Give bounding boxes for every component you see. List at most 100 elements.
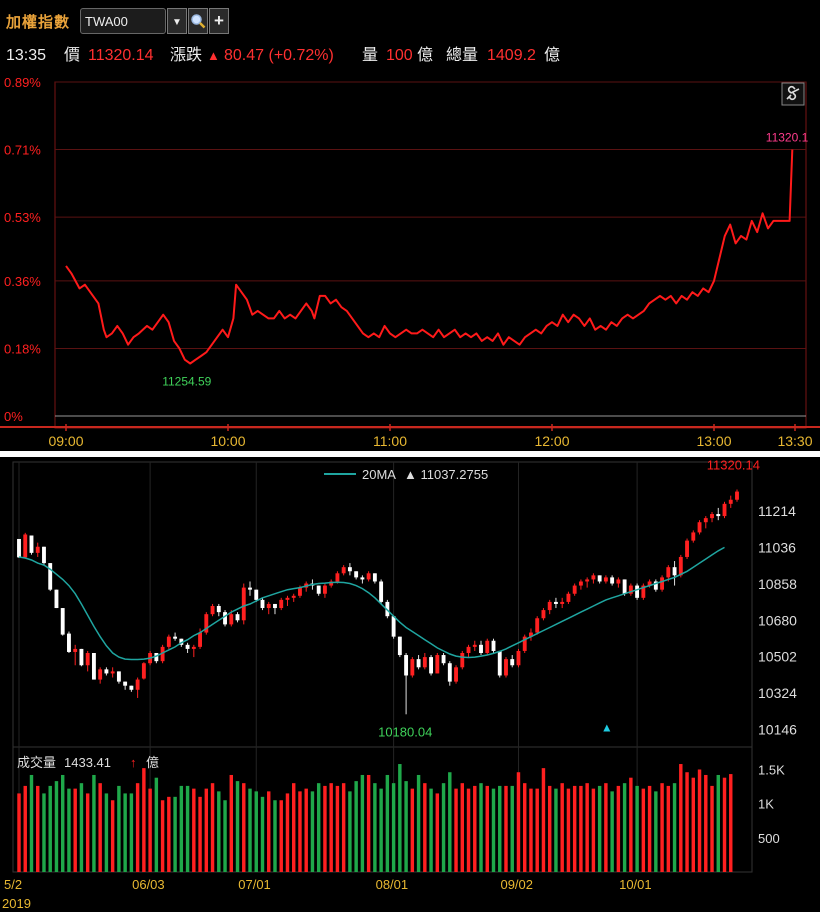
volume-bar: [516, 772, 521, 872]
candle-body: [235, 614, 240, 621]
link-icon[interactable]: [781, 82, 805, 106]
price-tick-label: 10502: [758, 649, 797, 665]
candle-body: [697, 522, 702, 533]
candle-body: [585, 579, 590, 582]
candle-body: [110, 671, 115, 674]
candle-body: [54, 589, 59, 609]
ma-legend-label: 20MA: [362, 467, 396, 482]
volume-bar: [298, 791, 302, 872]
volume-bar: [217, 791, 221, 872]
candle-body: [678, 556, 683, 576]
volume-bar: [360, 774, 365, 872]
intraday-chart: 0.89% 0.71% 0.53% 0.36% 0.18% 0% 09:00 10:00 11:…: [0, 75, 820, 449]
volume-bar: [560, 783, 564, 872]
candle-body: [554, 601, 558, 604]
volume-bar: [697, 769, 702, 872]
x-tick-label: 12:00: [534, 433, 569, 449]
volume-bar: [129, 793, 134, 872]
candle-body: [141, 663, 146, 679]
volume-bar: [547, 785, 552, 872]
volume-bar: [566, 788, 571, 872]
volume-bar: [335, 785, 340, 872]
candle-body: [341, 567, 346, 574]
candle-body: [404, 655, 409, 676]
volume-bar: [585, 783, 589, 872]
volume-bar: [423, 783, 427, 872]
volume-bar: [572, 785, 577, 872]
volume-bar: [466, 788, 471, 872]
y-tick-label: 0.18%: [4, 341, 41, 356]
volume-bar: [610, 791, 614, 872]
x-tick-label: 09:00: [48, 433, 83, 449]
volume-bar: [529, 788, 533, 872]
date-tick-label: 07/01: [238, 877, 271, 892]
volume-bar: [491, 788, 496, 872]
volume-bar: [210, 783, 215, 872]
volume-bar: [267, 791, 271, 872]
volume-bar: [17, 793, 21, 872]
candle-body: [597, 575, 602, 582]
candle-body: [666, 567, 671, 578]
candle-body: [516, 650, 521, 666]
price-tick-label: 10146: [758, 721, 797, 737]
candle-body: [479, 644, 483, 653]
year-label: 2019: [2, 896, 31, 911]
volume-bar: [398, 764, 402, 872]
candle-body: [454, 667, 458, 682]
candle-body: [17, 538, 21, 558]
volume-bar: [154, 777, 159, 872]
candle-body: [410, 659, 415, 676]
volume-bar: [104, 793, 109, 872]
volume-bar: [672, 783, 677, 872]
price-line: [65, 149, 794, 365]
candle-body: [29, 535, 34, 553]
volume-bar: [92, 774, 96, 872]
high-price-label: 11320.1: [766, 131, 809, 145]
candle-body: [73, 648, 78, 652]
candle-body: [198, 632, 202, 647]
candle-body: [491, 640, 496, 651]
volume-bar: [679, 764, 683, 872]
candle-body: [23, 534, 28, 558]
candle-body: [372, 573, 377, 582]
candle-body: [735, 491, 739, 500]
volume-bar: [67, 788, 71, 872]
price-tick-label: 11036: [758, 540, 796, 556]
candle-body: [447, 663, 452, 682]
volume-bar: [341, 783, 346, 872]
volume-bar: [235, 781, 240, 872]
volume-bar: [479, 783, 483, 872]
volume-bar: [691, 777, 696, 872]
candle-body: [48, 563, 53, 590]
candle-body: [466, 646, 471, 653]
volume-bar: [160, 800, 165, 872]
candle-body: [397, 636, 402, 656]
candle-body: [366, 573, 371, 580]
volume-bar: [629, 777, 633, 872]
y-tick-label: 0.89%: [4, 75, 41, 90]
candle-body: [672, 567, 677, 576]
candle-body: [716, 514, 721, 517]
volume-bar: [167, 796, 171, 872]
candle-body: [42, 546, 46, 564]
volume-bar: [435, 793, 440, 872]
volume-bar: [316, 783, 321, 872]
volume-bar: [641, 788, 646, 872]
candle-body: [98, 669, 103, 680]
daily-kline-chart: 20MA ▲ 11037.2755 11214 11036 10858 10680 1050…: [2, 458, 797, 911]
volume-bar: [85, 793, 90, 872]
volume-bar: [117, 785, 121, 872]
candle-body: [472, 644, 477, 647]
volume-tick-label: 1K: [758, 797, 774, 812]
volume-bar: [185, 785, 190, 872]
candle-body: [535, 618, 540, 633]
volume-bar: [660, 783, 664, 872]
price-tick-label: 10324: [758, 685, 797, 701]
candle-body: [316, 585, 321, 594]
volume-bar: [722, 777, 727, 872]
volume-bar: [248, 788, 252, 872]
volume-bar: [385, 774, 390, 872]
volume-bar: [148, 788, 152, 872]
x-tick-label: 11:00: [373, 433, 407, 449]
candle-body: [610, 577, 615, 584]
